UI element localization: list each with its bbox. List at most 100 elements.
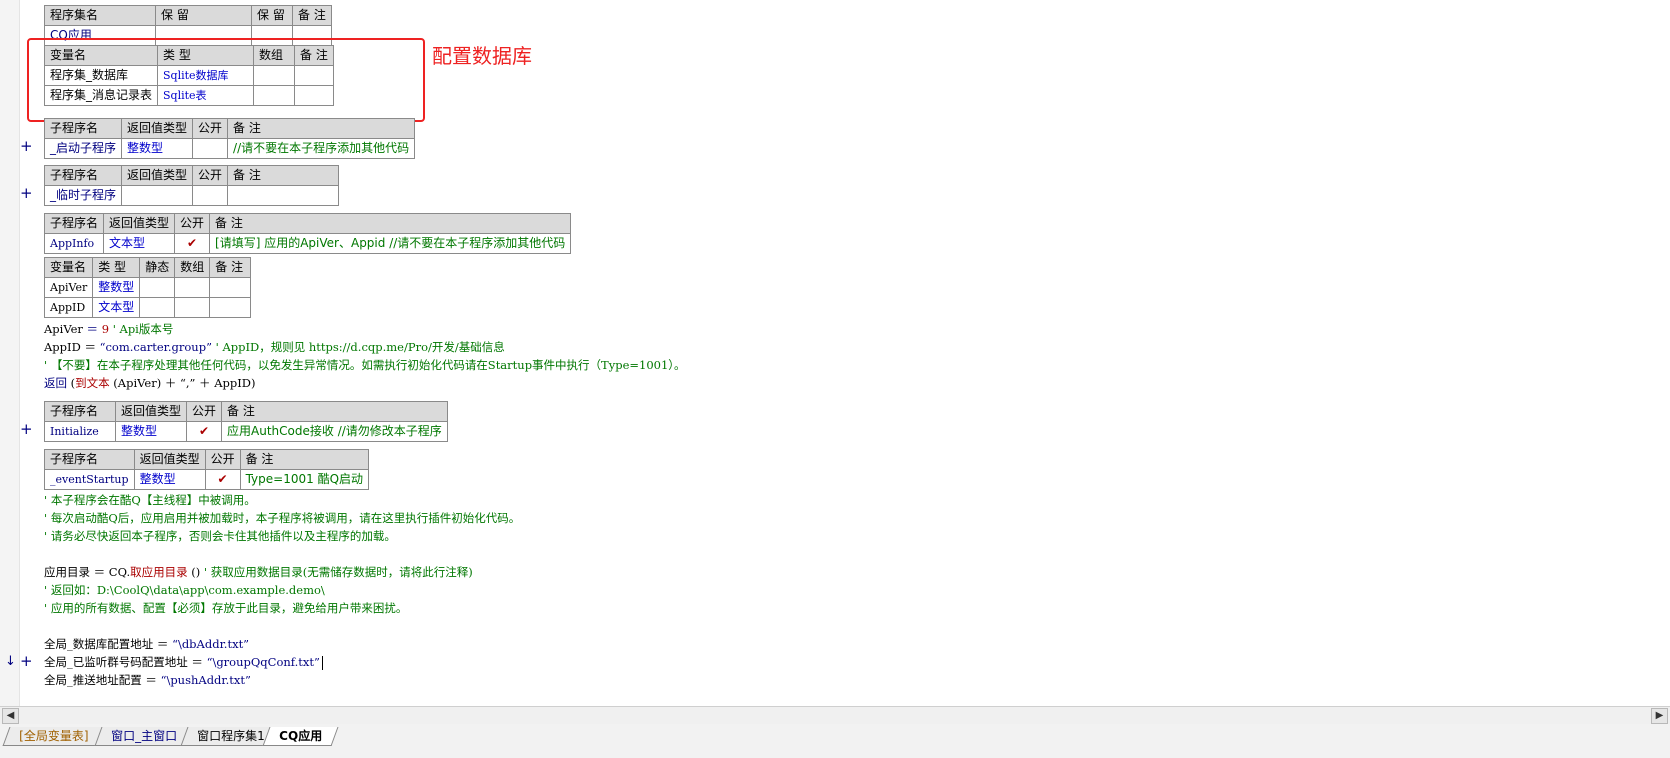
check-icon[interactable]: ✔ xyxy=(186,421,223,442)
code-comment[interactable]: ' 【不要】在本子程序处理其他任何代码，以免发生异常情况。如需执行初始化代码请在… xyxy=(44,356,686,374)
sub-name[interactable]: Initialize xyxy=(44,421,116,442)
header-cell: 程序集名 xyxy=(44,5,156,26)
header-cell: 备 注 xyxy=(209,257,252,278)
code-line[interactable]: 返回 (到文本 (ApiVer) ＋ “,” ＋ AppID) xyxy=(44,374,256,392)
sub-name[interactable]: _eventStartup xyxy=(44,469,135,490)
header-cell: 公开 xyxy=(186,401,223,422)
code-token: 全局_已监听群号码配置地址 ＝ xyxy=(44,655,207,669)
cell[interactable] xyxy=(209,297,252,318)
header-cell: 返回值类型 xyxy=(121,165,194,186)
sub-type[interactable]: 整数型 xyxy=(121,138,194,159)
header-cell: 子程序名 xyxy=(43,213,105,234)
expand-icon[interactable]: + xyxy=(20,421,33,437)
sub-note[interactable] xyxy=(227,185,340,206)
var-type[interactable]: 文本型 xyxy=(92,297,141,318)
highlight-box xyxy=(27,38,425,122)
header-cell: 公开 xyxy=(204,449,241,470)
text-caret xyxy=(321,656,323,670)
code-function: 取应用目录 xyxy=(130,565,188,579)
code-token: () xyxy=(187,565,204,579)
code-token: ＝ xyxy=(82,322,102,336)
tab-label: [全局变量表] xyxy=(19,729,89,743)
code-editor[interactable]: 程序集名 保 留 保 留 备 注 CQ应用 变量名 类 型 数组 备 注 程序集… xyxy=(0,0,1670,716)
code-string: “\groupQqConf.txt” xyxy=(206,655,320,669)
code-comment: ' 获取应用数据目录(无需储存数据时，请将此行注释) xyxy=(203,565,473,579)
expand-icon[interactable]: + xyxy=(20,185,33,201)
cell[interactable] xyxy=(174,297,211,318)
code-line[interactable]: 应用目录 ＝ CQ.取应用目录 () ' 获取应用数据目录(无需储存数据时，请将… xyxy=(44,563,473,581)
tab-main-window[interactable]: 窗口_主窗口 xyxy=(94,727,194,746)
header-cell: 数组 xyxy=(174,257,211,278)
header-cell: 静态 xyxy=(139,257,176,278)
code-keyword: 返回 xyxy=(44,376,67,390)
check-icon[interactable]: ✔ xyxy=(174,233,211,254)
header-cell: 子程序名 xyxy=(44,449,135,470)
cell[interactable] xyxy=(139,297,176,318)
sub-name[interactable]: _临时子程序 xyxy=(43,185,123,206)
sub-name[interactable]: _启动子程序 xyxy=(43,138,123,159)
sub-note[interactable]: [请填写] 应用的ApiVer、Appid //请不要在本子程序添加其他代码 xyxy=(209,233,572,254)
var-name[interactable]: AppID xyxy=(43,297,94,318)
code-comment[interactable]: ' 应用的所有数据、配置【必须】存放于此目录，避免给用户带来困扰。 xyxy=(44,599,407,617)
sub-note[interactable]: Type=1001 酷Q启动 xyxy=(239,469,370,490)
sub-table-eventstartup: 子程序名 返回值类型 公开 备 注 _eventStartup 整数型 ✔ Ty… xyxy=(44,449,370,490)
table-row[interactable]: AppID 文本型 xyxy=(43,297,252,318)
tab-cq-app[interactable]: CQ应用 xyxy=(262,727,339,746)
expand-icon[interactable]: + xyxy=(20,653,33,669)
cell[interactable] xyxy=(174,277,211,298)
tab-label: CQ应用 xyxy=(279,729,323,743)
header-cell: 返回值类型 xyxy=(103,213,176,234)
tab-label: 窗口_主窗口 xyxy=(111,729,178,743)
code-token: ( xyxy=(67,376,76,390)
var-type[interactable]: 整数型 xyxy=(92,277,141,298)
scroll-right-icon[interactable]: ▶ xyxy=(1651,708,1668,724)
cell[interactable] xyxy=(209,277,252,298)
code-token: AppID ＝ xyxy=(44,340,100,354)
code-string: “\pushAddr.txt” xyxy=(160,673,251,687)
sub-public[interactable] xyxy=(192,185,229,206)
sub-public[interactable] xyxy=(192,138,229,159)
sub-table-initialize: 子程序名 返回值类型 公开 备 注 Initialize 整数型 ✔ 应用Aut… xyxy=(44,401,448,442)
tab-global-vars[interactable]: [全局变量表] xyxy=(2,727,105,746)
local-vars-table: 变量名 类 型 静态 数组 备 注 ApiVer 整数型 AppID 文本型 xyxy=(43,257,252,318)
header-cell: 返回值类型 xyxy=(114,401,188,422)
scroll-left-icon[interactable]: ◀ xyxy=(2,708,19,724)
code-comment[interactable]: ' 请务必尽快返回本子程序，否则会卡住其他插件以及主程序的加载。 xyxy=(44,527,396,545)
cell[interactable] xyxy=(139,277,176,298)
code-line[interactable]: 全局_已监听群号码配置地址 ＝ “\groupQqConf.txt” xyxy=(44,653,323,671)
code-comment[interactable]: ' 本子程序会在酷Q【主线程】中被调用。 xyxy=(44,491,256,509)
sub-type[interactable]: 文本型 xyxy=(103,233,176,254)
code-line[interactable]: 全局_推送地址配置 ＝ “\pushAddr.txt” xyxy=(44,671,251,689)
sub-type[interactable]: 整数型 xyxy=(133,469,206,490)
table-row[interactable]: ApiVer 整数型 xyxy=(43,277,252,298)
code-comment[interactable]: ' 每次启动酷Q后，应用启用并被加载时，本子程序将被调用，请在这里执行插件初始化… xyxy=(44,509,520,527)
var-name[interactable]: ApiVer xyxy=(43,277,94,298)
code-token: 全局_推送地址配置 ＝ xyxy=(44,673,161,687)
check-icon[interactable]: ✔ xyxy=(204,469,241,490)
horizontal-scrollbar[interactable]: ◀ ▶ xyxy=(0,706,1670,725)
sub-name[interactable]: AppInfo xyxy=(43,233,105,254)
sub-type[interactable]: 整数型 xyxy=(114,421,188,442)
code-token: (ApiVer) ＋ “,” ＋ AppID) xyxy=(109,376,256,390)
code-function: 到文本 xyxy=(75,376,110,390)
arrow-down-icon: ↓ xyxy=(5,654,16,669)
code-line[interactable]: AppID ＝ “com.carter.group” ' AppID，规则见 h… xyxy=(44,338,505,356)
sub-type[interactable] xyxy=(121,185,194,206)
code-token: 应用目录 ＝ CQ. xyxy=(44,565,131,579)
header-cell: 返回值类型 xyxy=(121,118,194,139)
header-cell: 备 注 xyxy=(227,118,416,139)
expand-icon[interactable]: + xyxy=(20,138,33,154)
code-string: “com.carter.group” xyxy=(99,340,212,354)
code-comment: ' Api版本号 xyxy=(109,322,174,336)
header-cell: 公开 xyxy=(192,118,229,139)
sub-note[interactable]: //请不要在本子程序添加其他代码 xyxy=(227,138,416,159)
header-cell: 保 留 xyxy=(251,5,293,26)
code-comment[interactable]: ' 返回如：D:\CoolQ\data\app\com.example.demo… xyxy=(44,581,325,599)
code-line[interactable]: ApiVer ＝ 9 ' Api版本号 xyxy=(44,320,173,338)
code-line[interactable]: 全局_数据库配置地址 ＝ “\dbAddr.txt” xyxy=(44,635,249,653)
code-token: 全局_数据库配置地址 ＝ xyxy=(44,637,173,651)
header-cell: 返回值类型 xyxy=(133,449,206,470)
sub-note[interactable]: 应用AuthCode接收 //请勿修改本子程序 xyxy=(221,421,448,442)
header-cell: 子程序名 xyxy=(44,401,116,422)
header-cell: 备 注 xyxy=(221,401,448,422)
